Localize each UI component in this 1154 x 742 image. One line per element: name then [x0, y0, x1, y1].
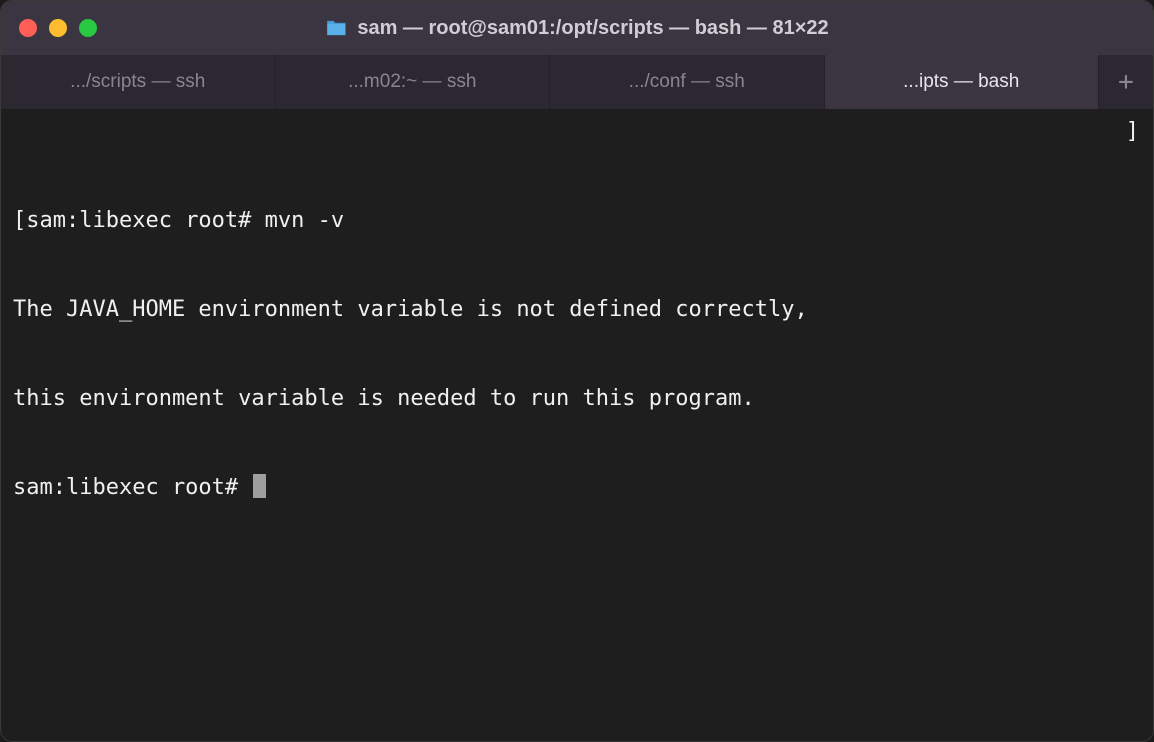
- tabbar: .../scripts — ssh ...m02:~ — ssh .../con…: [1, 55, 1153, 109]
- tab-label: .../scripts — ssh: [70, 71, 205, 93]
- terminal-line-1: [sam:libexec root# mvn -v: [13, 206, 1141, 236]
- command-text: mvn -v: [265, 208, 344, 233]
- right-bracket: ]: [1126, 117, 1139, 147]
- terminal-line-4: sam:libexec root#: [13, 473, 1141, 503]
- shell-prompt: sam:libexec root#: [26, 208, 264, 233]
- cursor: [253, 474, 266, 498]
- terminal-line-3: this environment variable is needed to r…: [13, 384, 1141, 414]
- window-title-container: sam — root@sam01:/opt/scripts — bash — 8…: [325, 17, 828, 40]
- tab-ipts-bash[interactable]: ...ipts — bash: [825, 55, 1100, 109]
- close-button[interactable]: [19, 19, 37, 37]
- titlebar: sam — root@sam01:/opt/scripts — bash — 8…: [1, 1, 1153, 55]
- new-tab-button[interactable]: +: [1099, 55, 1153, 109]
- prompt-bracket: [: [13, 208, 26, 233]
- window-title: sam — root@sam01:/opt/scripts — bash — 8…: [357, 17, 828, 40]
- terminal-content[interactable]: ] [sam:libexec root# mvn -v The JAVA_HOM…: [1, 109, 1153, 741]
- maximize-button[interactable]: [79, 19, 97, 37]
- tab-conf-ssh[interactable]: .../conf — ssh: [550, 55, 825, 109]
- minimize-button[interactable]: [49, 19, 67, 37]
- tab-scripts-ssh[interactable]: .../scripts — ssh: [1, 55, 276, 109]
- tab-label: .../conf — ssh: [629, 71, 745, 93]
- tab-label: ...m02:~ — ssh: [348, 71, 476, 93]
- folder-icon: [325, 19, 347, 37]
- tab-m02-ssh[interactable]: ...m02:~ — ssh: [276, 55, 551, 109]
- traffic-lights: [19, 19, 97, 37]
- terminal-line-2: The JAVA_HOME environment variable is no…: [13, 295, 1141, 325]
- terminal-window: sam — root@sam01:/opt/scripts — bash — 8…: [0, 0, 1154, 742]
- shell-prompt: sam:libexec root#: [13, 475, 251, 500]
- plus-icon: +: [1118, 67, 1134, 97]
- tab-label: ...ipts — bash: [903, 71, 1019, 93]
